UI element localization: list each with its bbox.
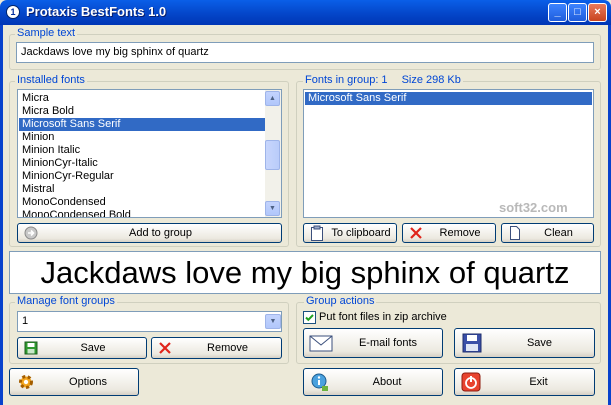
list-item[interactable]: MinionCyr-Regular: [19, 170, 265, 183]
installed-fonts-list[interactable]: Micra Micra Bold Microsoft Sans Serif Minio…: [17, 89, 282, 218]
green-disk-icon: [22, 339, 40, 357]
power-icon: [459, 372, 483, 392]
checkmark-icon: [305, 314, 314, 322]
list-item[interactable]: Minion Italic: [19, 144, 265, 157]
to-clipboard-label: To clipboard: [331, 227, 391, 239]
list-item[interactable]: MonoCondensed Bold: [19, 209, 265, 217]
about-button[interactable]: About: [303, 368, 443, 396]
envelope-icon: [308, 334, 334, 352]
remove-from-group-button[interactable]: Remove: [402, 223, 496, 243]
options-button[interactable]: Options: [9, 368, 139, 396]
manage-groups-legend: Manage font groups: [15, 295, 117, 307]
red-x-icon: [156, 339, 174, 357]
floppy-disk-icon: [459, 333, 485, 353]
list-item[interactable]: Microsoft Sans Serif: [305, 92, 592, 105]
fonts-in-group-legend: Fonts in group: 1 Size 298 Kb: [303, 74, 463, 86]
minimize-button[interactable]: _: [548, 3, 567, 22]
watermark: soft32.com: [499, 200, 568, 215]
exit-label: Exit: [529, 376, 548, 388]
group-size-label: Size 298 Kb: [401, 74, 461, 86]
zip-checkbox[interactable]: [303, 311, 316, 324]
maximize-button[interactable]: □: [568, 3, 587, 22]
save-actions-label: Save: [526, 337, 553, 349]
installed-fonts-legend: Installed fonts: [15, 74, 87, 86]
clean-button[interactable]: Clean: [501, 223, 594, 243]
zip-checkbox-label[interactable]: Put font files in zip archive: [319, 311, 447, 323]
list-item[interactable]: Micra: [19, 92, 265, 105]
list-item[interactable]: Mistral: [19, 183, 265, 196]
options-label: Options: [69, 376, 107, 388]
email-fonts-label: E-mail fonts: [358, 337, 418, 349]
list-item[interactable]: MinionCyr-Italic: [19, 157, 265, 170]
remove-from-group-label: Remove: [439, 227, 481, 239]
group-fonts-list[interactable]: Microsoft Sans Serif soft32.com: [303, 89, 594, 218]
close-button[interactable]: ×: [588, 3, 607, 22]
font-group-select-value: 1: [22, 315, 29, 327]
about-label: About: [372, 376, 402, 388]
save-actions-button[interactable]: Save: [454, 328, 595, 358]
info-icon: [308, 373, 332, 391]
list-item[interactable]: MonoCondensed: [19, 196, 265, 209]
dropdown-arrow-icon[interactable]: ▼: [265, 314, 281, 329]
gear-icon: [14, 373, 38, 391]
window-title: Protaxis BestFonts 1.0: [26, 4, 167, 19]
sample-text-legend: Sample text: [15, 27, 78, 39]
save-group-button[interactable]: Save: [17, 337, 147, 359]
list-item[interactable]: Micra Bold: [19, 105, 265, 118]
arrow-right-circle-icon: [22, 224, 40, 242]
exit-button[interactable]: Exit: [454, 368, 595, 396]
group-actions-legend: Group actions: [304, 295, 377, 307]
clean-label: Clean: [544, 227, 573, 239]
email-fonts-button[interactable]: E-mail fonts: [303, 328, 443, 358]
add-to-group-button[interactable]: Add to group: [17, 223, 282, 243]
font-preview: Jackdaws love my big sphinx of quartz: [9, 251, 601, 294]
scroll-up-arrow-icon[interactable]: ▲: [265, 91, 280, 106]
list-item[interactable]: Microsoft Sans Serif: [19, 118, 265, 131]
font-group-select[interactable]: 1 ▼: [17, 311, 282, 332]
scroll-down-arrow-icon[interactable]: ▼: [265, 201, 280, 216]
list-item[interactable]: Minion: [19, 131, 265, 144]
fonts-in-group-count: Fonts in group: 1: [305, 74, 388, 86]
red-x-icon: [407, 224, 425, 242]
scroll-thumb[interactable]: [265, 140, 280, 170]
to-clipboard-button[interactable]: To clipboard: [303, 223, 397, 243]
blank-page-icon: [506, 224, 524, 242]
save-group-label: Save: [80, 342, 106, 354]
app-icon[interactable]: 1: [6, 5, 20, 19]
window-frame-left: [0, 25, 3, 405]
clipboard-icon: [308, 224, 326, 242]
remove-group-label: Remove: [207, 342, 248, 354]
installed-fonts-scrollbar[interactable]: ▲ ▼: [265, 90, 281, 217]
remove-group-button[interactable]: Remove: [151, 337, 282, 359]
add-to-group-label: Add to group: [129, 227, 192, 239]
sample-text-input[interactable]: Jackdaws love my big sphinx of quartz: [16, 42, 594, 63]
